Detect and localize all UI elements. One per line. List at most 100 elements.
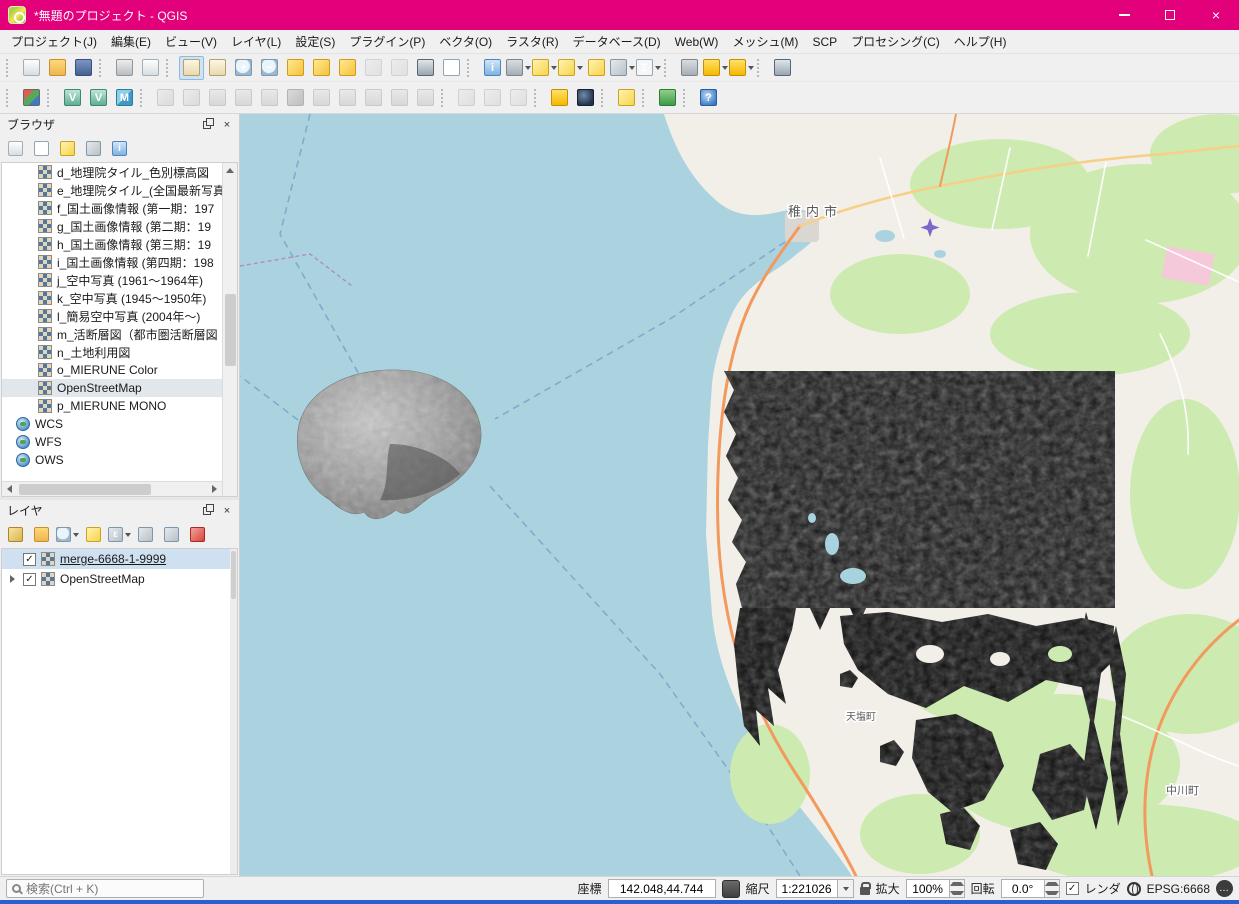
osm-place-search-button[interactable] [614,86,639,110]
select-features-button[interactable] [532,56,557,80]
toggle-editing-button[interactable] [153,86,178,110]
scrollbar-thumb[interactable] [19,484,151,495]
layer-item-merge[interactable]: ✓ merge-6668-1-9999 [2,549,230,569]
refresh-map-button[interactable]: ↻ [439,56,464,80]
float-panel-button[interactable] [199,503,215,518]
magnifier-input[interactable] [906,879,950,898]
deselect-features-button[interactable] [558,56,583,80]
move-feature-button[interactable] [231,86,256,110]
lock-scale-icon[interactable] [860,887,870,895]
crs-status-button[interactable]: EPSG:6668 [1147,882,1210,896]
new-map-view-button[interactable] [413,56,438,80]
new-project-button[interactable] [19,56,44,80]
toolbar-grip[interactable] [534,89,542,107]
toolbar-grip[interactable] [757,59,765,77]
menu-layer[interactable]: レイヤ(L) [224,30,288,53]
coordinate-input[interactable] [608,879,716,898]
rotation-input[interactable] [1001,879,1045,898]
toolbar-grip[interactable] [683,89,691,107]
refresh-browser-button[interactable]: ↻ [30,138,53,160]
toolbar-grip[interactable] [99,59,107,77]
menu-project[interactable]: プロジェクト(J) [4,30,104,53]
dropdown-arrow-icon[interactable] [655,66,661,70]
cut-features-button[interactable] [309,86,334,110]
scroll-left-button[interactable] [2,482,17,497]
run-feature-action-button[interactable] [506,56,531,80]
data-source-manager-button[interactable] [19,86,44,110]
scroll-right-button[interactable] [207,482,222,497]
dropdown-arrow-icon[interactable] [125,533,131,537]
zoom-out-button[interactable]: − [257,56,282,80]
menu-settings[interactable]: 設定(S) [288,30,342,53]
menu-scp[interactable]: SCP [805,32,844,52]
dropdown-arrow-icon[interactable] [577,66,583,70]
multiedit-button[interactable] [480,86,505,110]
new-geopackage-layer-button[interactable]: V [60,86,85,110]
browser-item[interactable]: i_国土画像情報 (第四期：198 [2,253,222,271]
delete-selected-button[interactable] [283,86,308,110]
float-panel-button[interactable] [199,117,215,132]
locator-search[interactable] [6,879,204,898]
browser-item[interactable]: h_国土画像情報 (第三期：19 [2,235,222,253]
zoom-next-button[interactable] [387,56,412,80]
layer-styling-button[interactable] [4,524,27,546]
menu-mesh[interactable]: メッシュ(M) [725,30,805,53]
toolbar-grip[interactable] [642,89,650,107]
layer-visibility-checkbox[interactable]: ✓ [23,573,36,586]
browser-item[interactable]: j_空中写真 (1961～1964年) [2,271,222,289]
toolbar-grip[interactable] [166,59,174,77]
layers-vertical-scrollbar[interactable] [230,549,237,874]
browser-item[interactable]: n_土地利用図 [2,343,222,361]
filter-legend-button[interactable] [82,524,105,546]
browser-item[interactable]: e_地理院タイル_(全国最新写真 [2,181,222,199]
paste-features-button[interactable] [361,86,386,110]
scroll-up-button[interactable] [223,163,238,178]
map-canvas[interactable]: 稚内市 中川町 天塩町 [240,114,1239,876]
zoom-full-button[interactable] [283,56,308,80]
menu-database[interactable]: データベース(D) [566,30,668,53]
new-print-layout-button[interactable] [112,56,137,80]
zoom-last-button[interactable] [361,56,386,80]
open-project-button[interactable] [45,56,70,80]
layer-visibility-checkbox[interactable]: ✓ [23,553,36,566]
browser-item[interactable]: l_簡易空中写真 (2004年～) [2,307,222,325]
browser-item-wfs[interactable]: WFS [2,433,222,451]
toolbar-grip[interactable] [6,89,14,107]
minimize-button[interactable] [1101,0,1147,30]
new-virtual-layer-button[interactable]: M [112,86,137,110]
add-selected-layers-button[interactable] [4,138,27,160]
render-checkbox[interactable]: ✓ [1066,882,1079,895]
identify-features-button[interactable]: i [480,56,505,80]
toolbar-grip[interactable] [467,59,475,77]
filter-by-expression-button[interactable]: ε [108,524,131,546]
toolbar-grip[interactable] [140,89,148,107]
select-by-expression-button[interactable] [584,56,609,80]
browser-item[interactable]: d_地理院タイル_色別標高図 [2,163,222,181]
scrollbar-thumb[interactable] [231,551,236,599]
maximize-button[interactable] [1147,0,1193,30]
browser-item[interactable]: g_国土画像情報 (第二期：19 [2,217,222,235]
temporal-controller-button[interactable] [770,56,795,80]
dropdown-arrow-icon[interactable] [722,66,728,70]
browser-vertical-scrollbar[interactable] [222,163,237,496]
menu-vector[interactable]: ベクタ(O) [432,30,499,53]
expand-all-button[interactable] [134,524,157,546]
magnifier-spinner[interactable] [950,879,965,898]
rotation-spinner[interactable] [1045,879,1060,898]
dropdown-arrow-icon[interactable] [551,66,557,70]
toolbar-grip[interactable] [601,89,609,107]
toolbar-grip[interactable] [664,59,672,77]
labeling-button[interactable] [547,86,572,110]
menu-help[interactable]: ヘルプ(H) [947,30,1014,53]
close-panel-button[interactable]: × [219,117,235,132]
save-layer-edits-button[interactable] [179,86,204,110]
menu-view[interactable]: ビュー(V) [158,30,224,53]
menu-web[interactable]: Web(W) [668,32,726,52]
properties-widget-button[interactable]: i [108,138,131,160]
scrollbar-thumb[interactable] [225,294,236,366]
dropdown-arrow-icon[interactable] [73,533,79,537]
layout-manager-button[interactable] [138,56,163,80]
add-group-button[interactable] [30,524,53,546]
browser-item[interactable]: m_活断層図（都市圏活断層図 [2,325,222,343]
toolbar-grip[interactable] [6,59,14,77]
